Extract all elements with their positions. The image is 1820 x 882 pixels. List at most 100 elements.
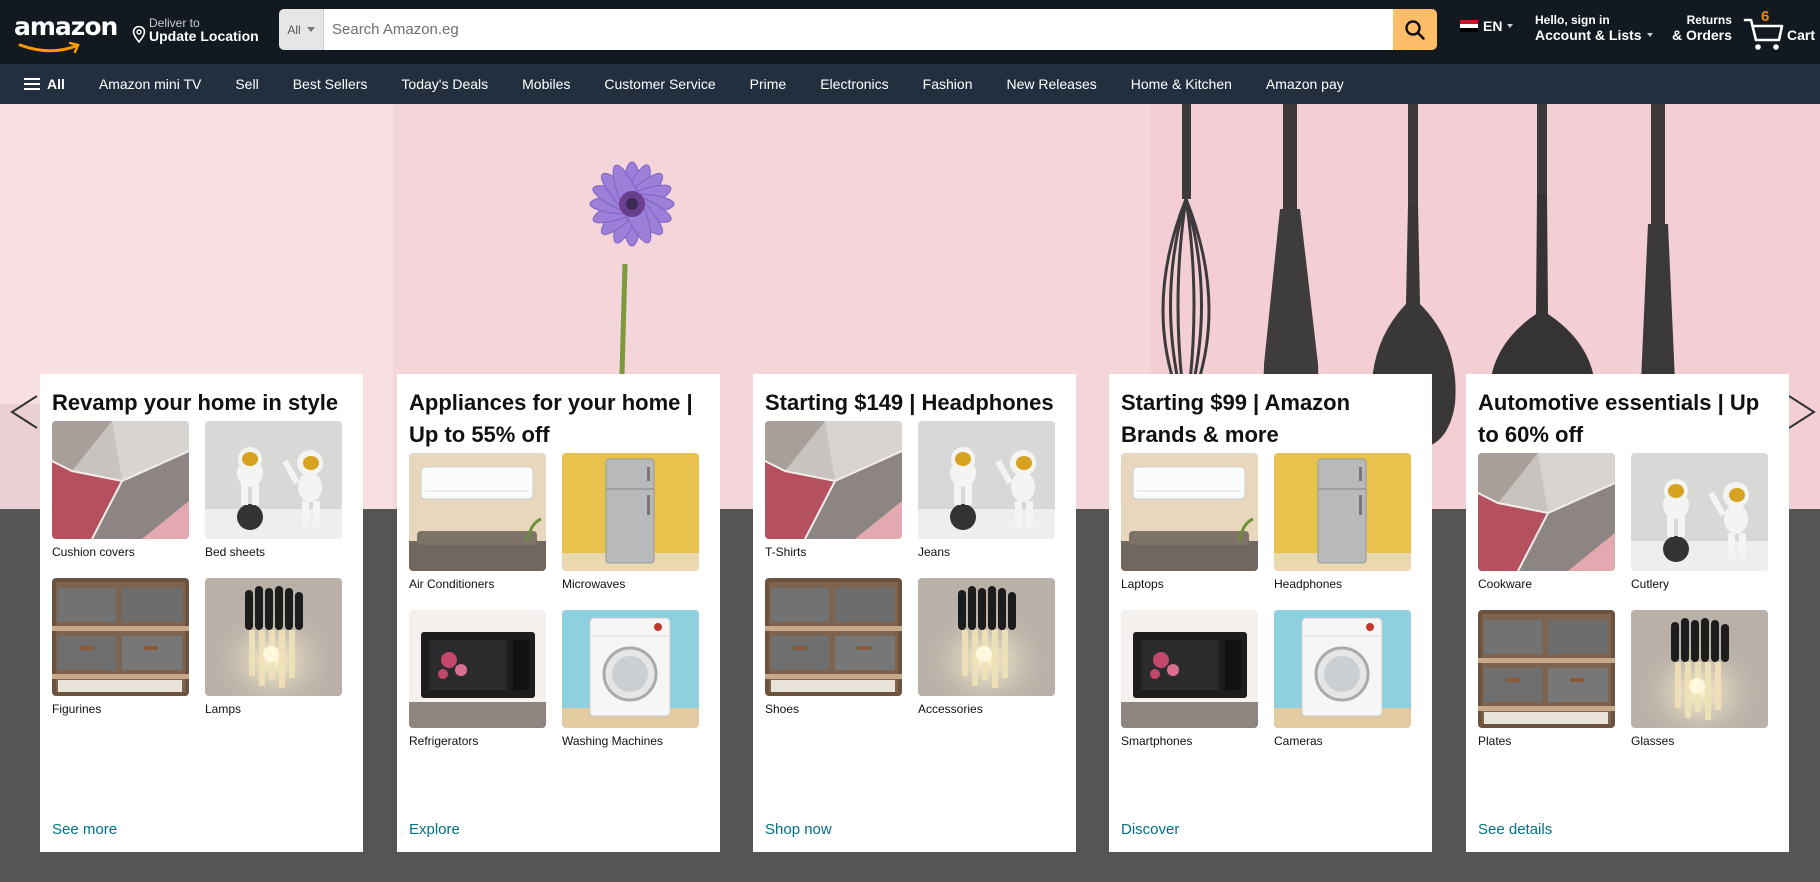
card-tile-grid: Cookware Cutlery Plates Glasses [1478,453,1777,767]
category-tile[interactable]: Cutlery [1631,453,1768,610]
cart-button[interactable]: 6 Cart [1743,8,1820,54]
chevron-right-icon [1788,395,1816,429]
nav-item-amazon-pay[interactable]: Amazon pay [1266,76,1344,92]
cart-icon [1743,18,1784,50]
category-tile[interactable]: Bed sheets [205,421,342,578]
nav-item-sell[interactable]: Sell [235,76,258,92]
tile-label: Plates [1478,734,1512,748]
tile-label: Jeans [918,545,951,559]
tile-label: Glasses [1631,734,1675,748]
category-tile[interactable]: Shoes [765,578,902,735]
nav-item-amazon-mini-tv[interactable]: Amazon mini TV [99,76,201,92]
language-label: EN [1483,18,1503,34]
category-tile[interactable]: Figurines [52,578,189,735]
account-greeting: Hello, sign in [1535,13,1610,27]
card-title: Starting $99 | Amazon Brands & more [1121,390,1351,447]
category-tile[interactable]: Cameras [1274,610,1411,767]
card-tile-grid: Air Conditioners Microwaves Refrigerator… [409,453,708,767]
nav-bar: All Amazon mini TV Sell Best Sellers Tod… [0,64,1820,104]
orders-label: & Orders [1672,27,1732,43]
card-link[interactable]: Shop now [765,821,832,838]
tile-label: T-Shirts [765,545,807,559]
search-category-label: All [287,22,301,37]
returns-orders-link[interactable]: Returns & Orders [1672,13,1732,43]
amazon-logo[interactable]: amazon [14,12,118,54]
tile-label: Smartphones [1121,734,1193,748]
nav-item-todays-deals[interactable]: Today's Deals [401,76,488,92]
category-tile[interactable]: Laptops [1121,453,1258,610]
card-link[interactable]: See more [52,821,117,838]
ac-image [1121,453,1258,571]
card-tile-grid: Laptops Headphones Smartphones Cameras [1121,453,1420,767]
category-tile[interactable]: Cushion covers [52,421,189,578]
tile-label: Shoes [765,702,800,716]
tile-label: Laptops [1121,577,1164,591]
nav-item-mobiles[interactable]: Mobiles [522,76,570,92]
card-title: Revamp your home in style [52,390,339,415]
returns-label: Returns [1686,13,1732,27]
category-tile[interactable]: Microwaves [562,453,699,610]
cart-label: Cart [1787,27,1816,43]
egypt-flag-icon [1460,20,1478,32]
shelf-image [1478,610,1615,728]
card-title: Starting $149 | Headphones [765,390,1054,415]
tile-label: Headphones [1274,577,1343,591]
tile-label: Cameras [1274,734,1323,748]
nav-item-new-releases[interactable]: New Releases [1006,76,1096,92]
chevron-down-icon [1646,33,1653,37]
chevron-down-icon [1507,24,1514,28]
card-link[interactable]: Explore [409,821,460,838]
category-tile[interactable]: Lamps [205,578,342,735]
search-button[interactable] [1393,9,1437,50]
account-lists-label: Account & Lists [1535,27,1642,43]
washer-image [1274,610,1411,728]
category-tile[interactable]: Smartphones [1121,610,1258,767]
card-link[interactable]: See details [1478,821,1552,838]
rug-image [1478,453,1615,571]
language-selector[interactable]: EN [1460,18,1514,34]
category-tile[interactable]: Washing Machines [562,610,699,767]
card-tile-grid: T-Shirts Jeans Shoes Accessories [765,421,1064,735]
deliver-location: Update Location [149,28,259,44]
category-tile[interactable]: Refrigerators [409,610,546,767]
tile-label: Lamps [205,702,242,716]
nav-all-label: All [47,76,65,92]
shelf-image [52,578,189,696]
card-link[interactable]: Discover [1121,821,1179,838]
product-card: Starting $149 | Headphones T-Shirts Jean… [753,374,1076,852]
account-lists-menu[interactable]: Hello, sign in Account & Lists [1535,13,1653,43]
tile-label: Bed sheets [205,545,266,559]
product-card: Appliances for your home | Up to 55% off… [397,374,720,852]
nav-all-menu-button[interactable]: All [24,76,65,92]
search-category-select[interactable]: All [279,9,324,50]
category-tile[interactable]: Headphones [1274,453,1411,610]
carousel-previous-button[interactable] [6,389,42,435]
category-tile[interactable]: Cookware [1478,453,1615,610]
search-icon [1405,19,1425,40]
product-card: Starting $99 | Amazon Brands & more Lapt… [1109,374,1432,852]
nav-item-fashion[interactable]: Fashion [923,76,973,92]
search-input[interactable] [324,9,1393,50]
nav-item-customer-service[interactable]: Customer Service [604,76,715,92]
category-tile[interactable]: Air Conditioners [409,453,546,610]
category-tile[interactable]: Accessories [918,578,1055,735]
lamp-image [1631,610,1768,728]
nav-item-best-sellers[interactable]: Best Sellers [293,76,368,92]
tile-label: Washing Machines [562,734,663,748]
search-bar: All [279,9,1437,50]
nav-item-prime[interactable]: Prime [750,76,787,92]
category-tile[interactable]: Glasses [1631,610,1768,767]
ac-image [409,453,546,571]
tile-label: Accessories [918,702,983,716]
lamp-image [918,578,1055,696]
nav-item-electronics[interactable]: Electronics [820,76,888,92]
category-tile[interactable]: T-Shirts [765,421,902,578]
category-tile[interactable]: Plates [1478,610,1615,767]
nav-item-home-kitchen[interactable]: Home & Kitchen [1131,76,1232,92]
category-tile[interactable]: Jeans [918,421,1055,578]
tile-label: Cutlery [1631,577,1670,591]
product-card: Revamp your home in style Cushion covers… [40,374,363,852]
tile-label: Cookware [1478,577,1533,591]
card-title: Appliances for your home | Up to 55% off [409,390,693,447]
fridge-image [562,453,699,571]
